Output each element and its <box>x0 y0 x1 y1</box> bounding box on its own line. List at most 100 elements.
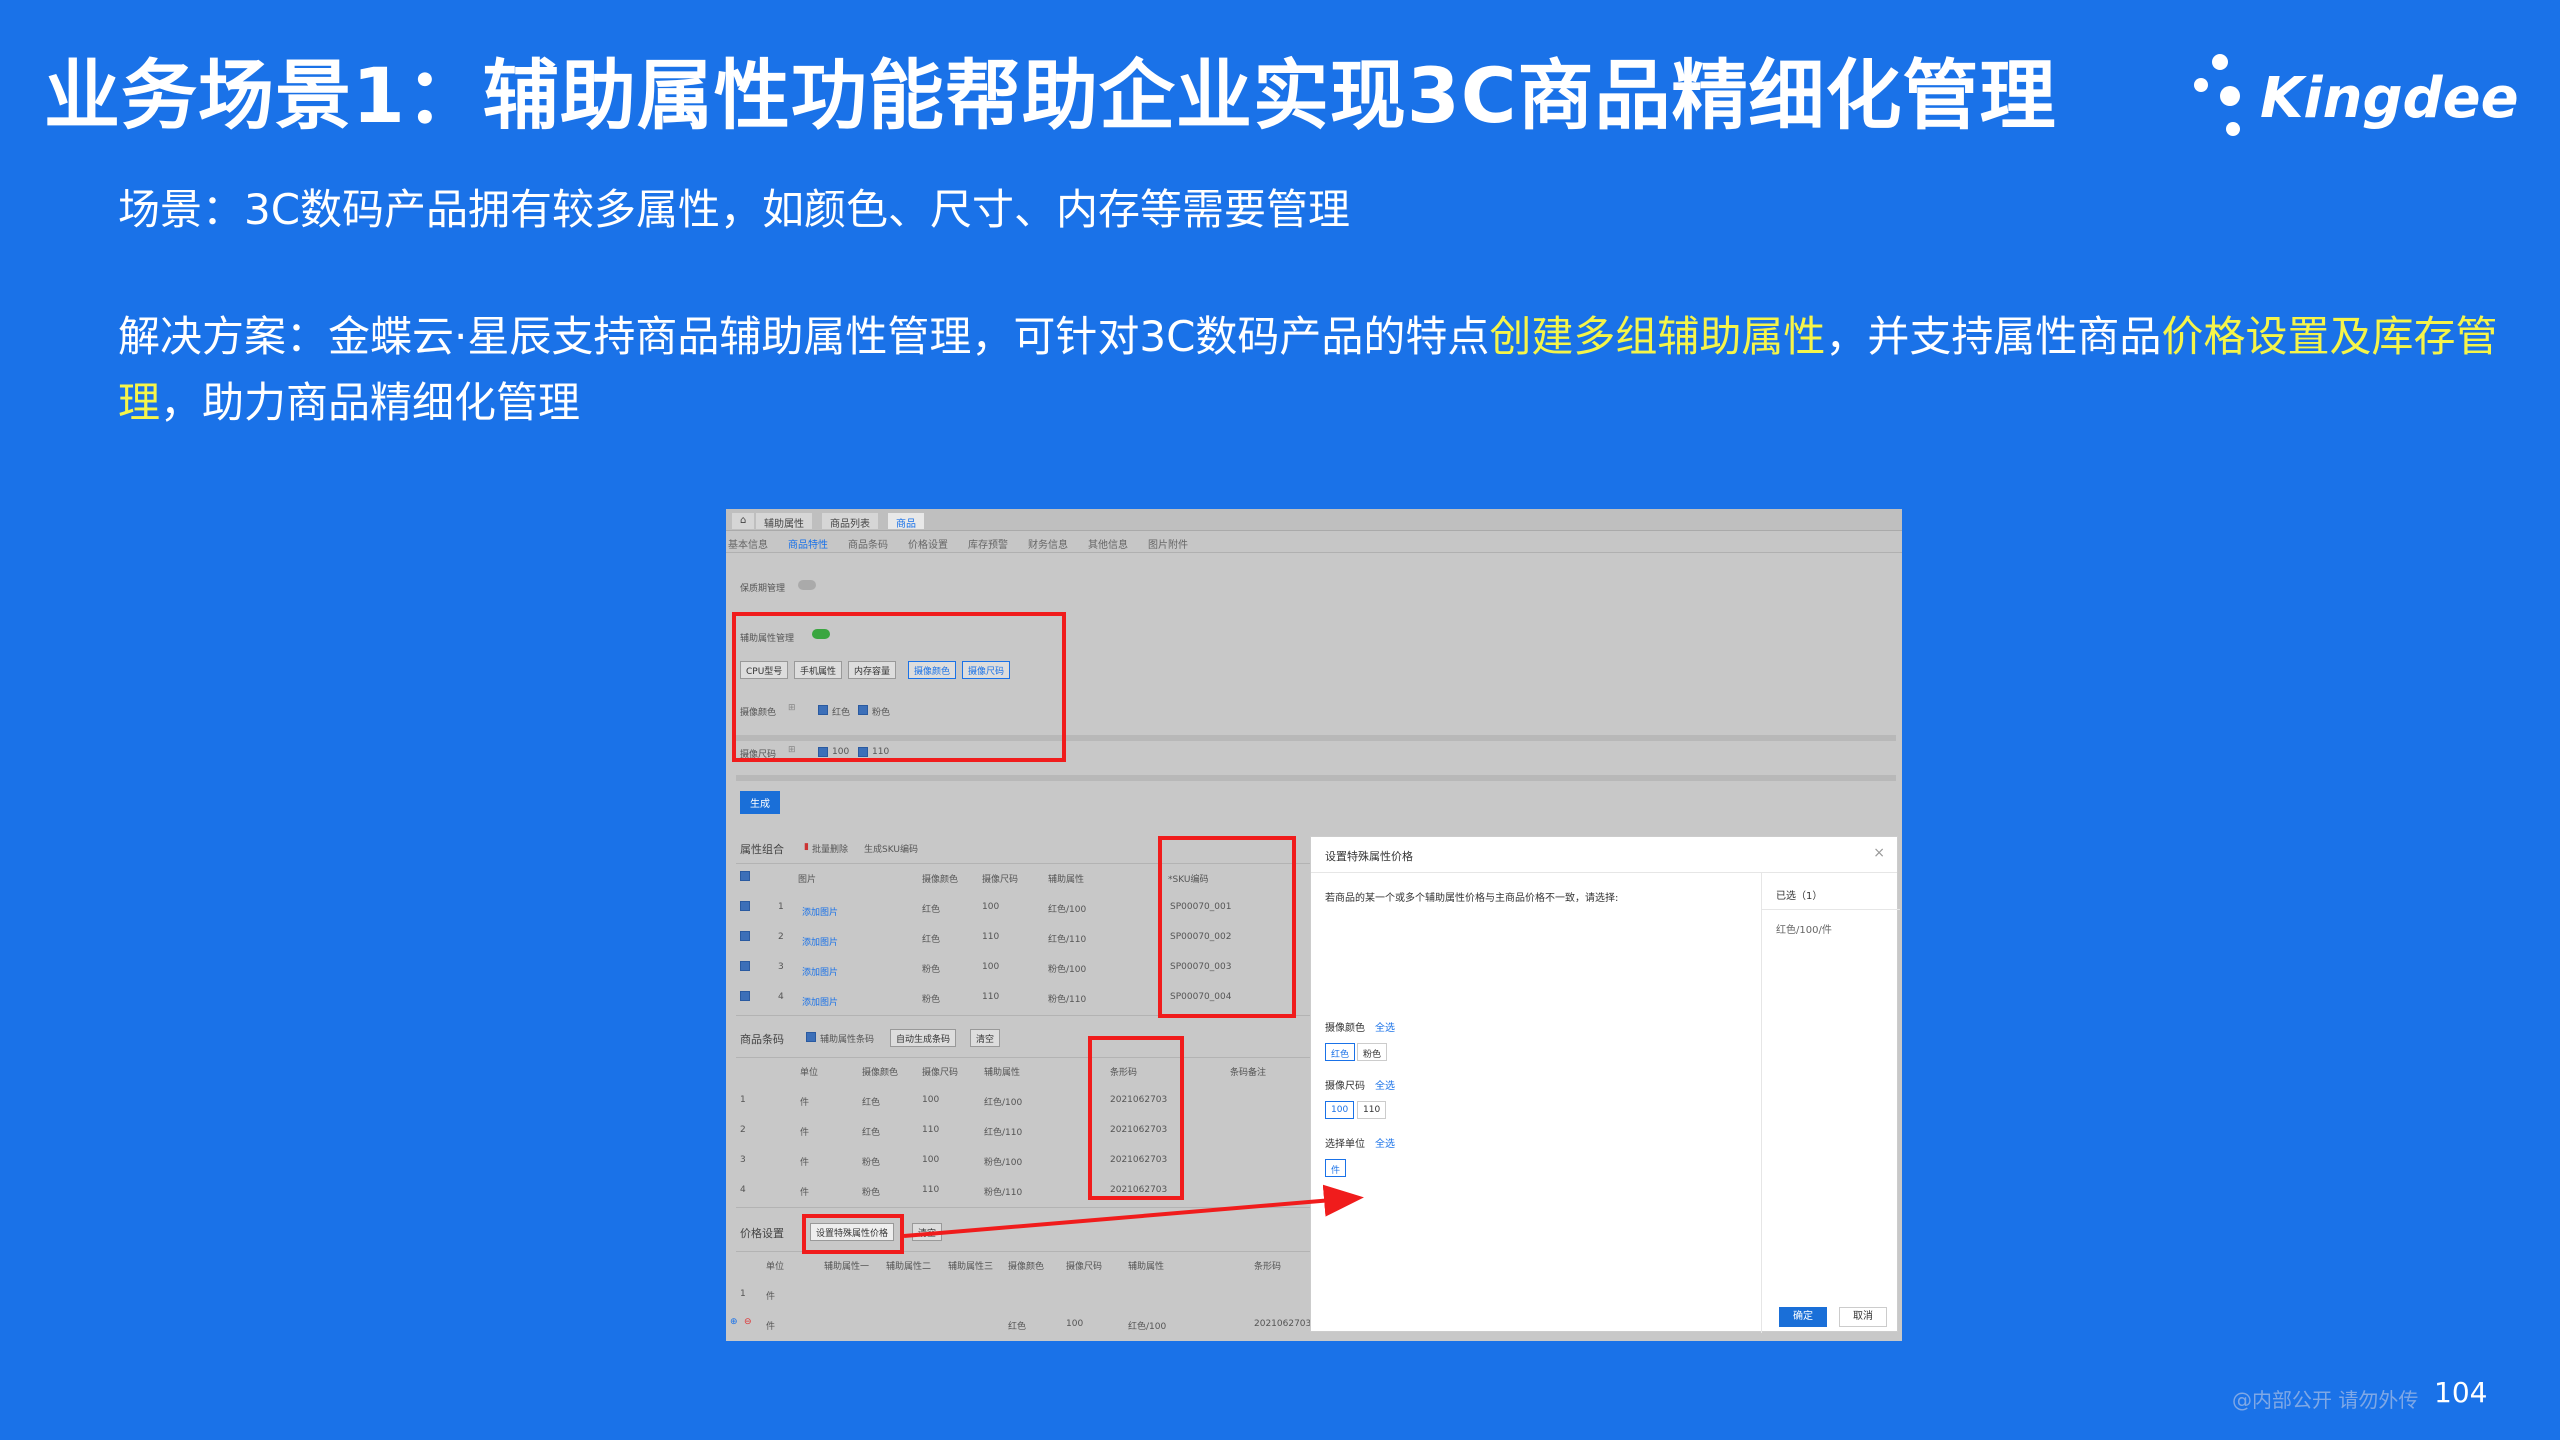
price-row-code: 2021062703 <box>1254 1319 1312 1329</box>
group-unit-select-all[interactable]: 全选 <box>1375 1135 1395 1150</box>
combo-row-add-image[interactable]: 添加图片 <box>802 995 838 1008</box>
group-size-select-all[interactable]: 全选 <box>1375 1077 1395 1092</box>
dialog-selected-panel: 已选（1） 红色/100/件 <box>1761 873 1900 1333</box>
auto-barcode-button[interactable]: 自动生成条码 <box>890 1029 957 1047</box>
clear-barcode-button[interactable]: 清空 <box>970 1029 1001 1047</box>
combo-row-add-image[interactable]: 添加图片 <box>802 965 838 978</box>
barcode-row-unit: 件 <box>800 1098 810 1108</box>
combo-row-index: 2 <box>778 932 784 942</box>
gen-sku-action[interactable]: 生成SKU编码 <box>864 842 918 855</box>
price-col-aux1: 辅助属性一 <box>824 1262 870 1272</box>
solution-highlight1: 创建多组辅助属性 <box>1489 312 1826 361</box>
step-basic[interactable]: 基本信息 <box>728 536 768 551</box>
combo-row-index: 3 <box>778 962 784 972</box>
price-col-color: 摄像颜色 <box>1008 1262 1045 1272</box>
scene-text: 场景：3C数码产品拥有较多属性，如颜色、尺寸、内存等需要管理 <box>118 185 1351 234</box>
combo-row-checkbox[interactable] <box>740 961 750 971</box>
price-row-size: 100 <box>1066 1319 1084 1329</box>
barcode-row-index: 1 <box>740 1095 746 1105</box>
barcode-row-color: 粉色 <box>862 1188 881 1198</box>
price-header: 价格设置 <box>740 1227 784 1240</box>
special-price-dialog: 设置特殊属性价格 × 若商品的某一个或多个辅助属性价格与主商品价格不一致，请选择… <box>1310 836 1900 1333</box>
barcode-row-aux: 粉色/100 <box>984 1158 1023 1168</box>
combo-col-size: 摄像尺码 <box>982 875 1019 885</box>
step-price[interactable]: 价格设置 <box>908 536 948 551</box>
step-feature[interactable]: 商品特性 <box>788 536 828 551</box>
barcode-row-unit: 件 <box>800 1158 810 1168</box>
group-color-label: 摄像颜色 <box>1325 1023 1365 1034</box>
price-col-aux: 辅助属性 <box>1128 1262 1165 1272</box>
group-unit-label: 选择单位 <box>1325 1139 1365 1150</box>
combo-col-aux: 辅助属性 <box>1048 875 1085 885</box>
logo-text: Kingdee <box>2260 66 2519 131</box>
barcode-row-color: 粉色 <box>862 1158 881 1168</box>
option-piece[interactable]: 件 <box>1325 1159 1347 1177</box>
barcode-col-aux: 辅助属性 <box>984 1068 1021 1078</box>
option-100[interactable]: 100 <box>1325 1101 1355 1119</box>
combo-row-aux: 粉色/110 <box>1048 995 1087 1005</box>
aux-barcode-checkbox[interactable] <box>806 1032 816 1042</box>
price-col-unit: 单位 <box>766 1262 785 1272</box>
tab-aux-attr[interactable]: 辅助属性 <box>756 513 812 530</box>
aux-barcode-label: 辅助属性条码 <box>820 1035 875 1045</box>
step-stock[interactable]: 库存预警 <box>968 536 1008 551</box>
kingdee-logo: Kingdee <box>2190 48 2519 158</box>
price-row-remove-icon[interactable]: ⊖ <box>744 1317 752 1327</box>
price-row-index: 1 <box>740 1289 746 1299</box>
solution-part3: ，助力商品精细化管理 <box>160 378 581 427</box>
combo-row-color: 红色 <box>922 905 941 915</box>
price-col-code: 条形码 <box>1254 1262 1282 1272</box>
combo-col-image: 图片 <box>798 875 817 885</box>
barcode-row-size: 100 <box>922 1095 940 1105</box>
barcode-row-color: 红色 <box>862 1098 881 1108</box>
batch-delete-icon[interactable]: ▮ <box>804 842 809 852</box>
cancel-button[interactable]: 取消 <box>1839 1307 1887 1327</box>
barcode-row-size: 110 <box>922 1185 940 1195</box>
combo-row-size: 110 <box>982 992 1000 1002</box>
page-number: 104 <box>2434 1376 2488 1409</box>
group-color-select-all[interactable]: 全选 <box>1375 1019 1395 1034</box>
combo-row-size: 100 <box>982 902 1000 912</box>
option-red[interactable]: 红色 <box>1325 1043 1356 1061</box>
ok-button[interactable]: 确定 <box>1779 1307 1827 1327</box>
price-row-add-icon[interactable]: ⊕ <box>730 1317 738 1327</box>
generate-button[interactable]: 生成 <box>740 791 780 814</box>
price-col-aux2: 辅助属性二 <box>886 1262 932 1272</box>
combo-row-color: 红色 <box>922 935 941 945</box>
step-barcode[interactable]: 商品条码 <box>848 536 888 551</box>
option-110[interactable]: 110 <box>1357 1101 1387 1119</box>
price-row-color: 红色 <box>1008 1322 1027 1332</box>
close-icon[interactable]: × <box>1873 845 1885 861</box>
tab-goods[interactable]: 商品 <box>888 513 924 530</box>
combo-row-color: 粉色 <box>922 995 941 1005</box>
home-icon[interactable]: ⌂ <box>732 513 755 529</box>
batch-delete-action[interactable]: 批量删除 <box>812 842 848 855</box>
combo-row-checkbox[interactable] <box>740 991 750 1001</box>
price-col-size: 摄像尺码 <box>1066 1262 1103 1272</box>
combo-row-add-image[interactable]: 添加图片 <box>802 935 838 948</box>
step-finance[interactable]: 财务信息 <box>1028 536 1068 551</box>
step-images[interactable]: 图片附件 <box>1148 536 1188 551</box>
step-nav: 基本信息 商品特性 商品条码 价格设置 库存预警 财务信息 其他信息 图片附件 <box>726 531 1902 553</box>
clear-price-button[interactable]: 清空 <box>912 1223 943 1241</box>
step-other[interactable]: 其他信息 <box>1088 536 1128 551</box>
price-col-aux3: 辅助属性三 <box>948 1262 994 1272</box>
combo-row-color: 粉色 <box>922 965 941 975</box>
highlight-barcode <box>1088 1036 1184 1200</box>
solution-part1: 解决方案：金蝶云·星辰支持商品辅助属性管理，可针对3C数码产品的特点 <box>118 312 1490 361</box>
shelf-life-toggle[interactable] <box>798 580 816 590</box>
highlight-sku <box>1158 836 1296 1018</box>
combo-row-checkbox[interactable] <box>740 931 750 941</box>
barcode-row-unit: 件 <box>800 1128 810 1138</box>
highlight-aux-attrs <box>732 612 1066 762</box>
combo-row-add-image[interactable]: 添加图片 <box>802 905 838 918</box>
barcode-row-color: 红色 <box>862 1128 881 1138</box>
tab-bar: ⌂ 辅助属性 商品列表 商品 <box>726 509 1902 531</box>
barcode-col-color: 摄像颜色 <box>862 1068 899 1078</box>
tab-goods-list[interactable]: 商品列表 <box>822 513 878 530</box>
combo-row-checkbox[interactable] <box>740 901 750 911</box>
option-pink[interactable]: 粉色 <box>1357 1043 1388 1061</box>
combo-select-all[interactable] <box>740 871 750 881</box>
combo-col-color: 摄像颜色 <box>922 875 959 885</box>
selected-item[interactable]: 红色/100/件 <box>1776 921 1832 936</box>
